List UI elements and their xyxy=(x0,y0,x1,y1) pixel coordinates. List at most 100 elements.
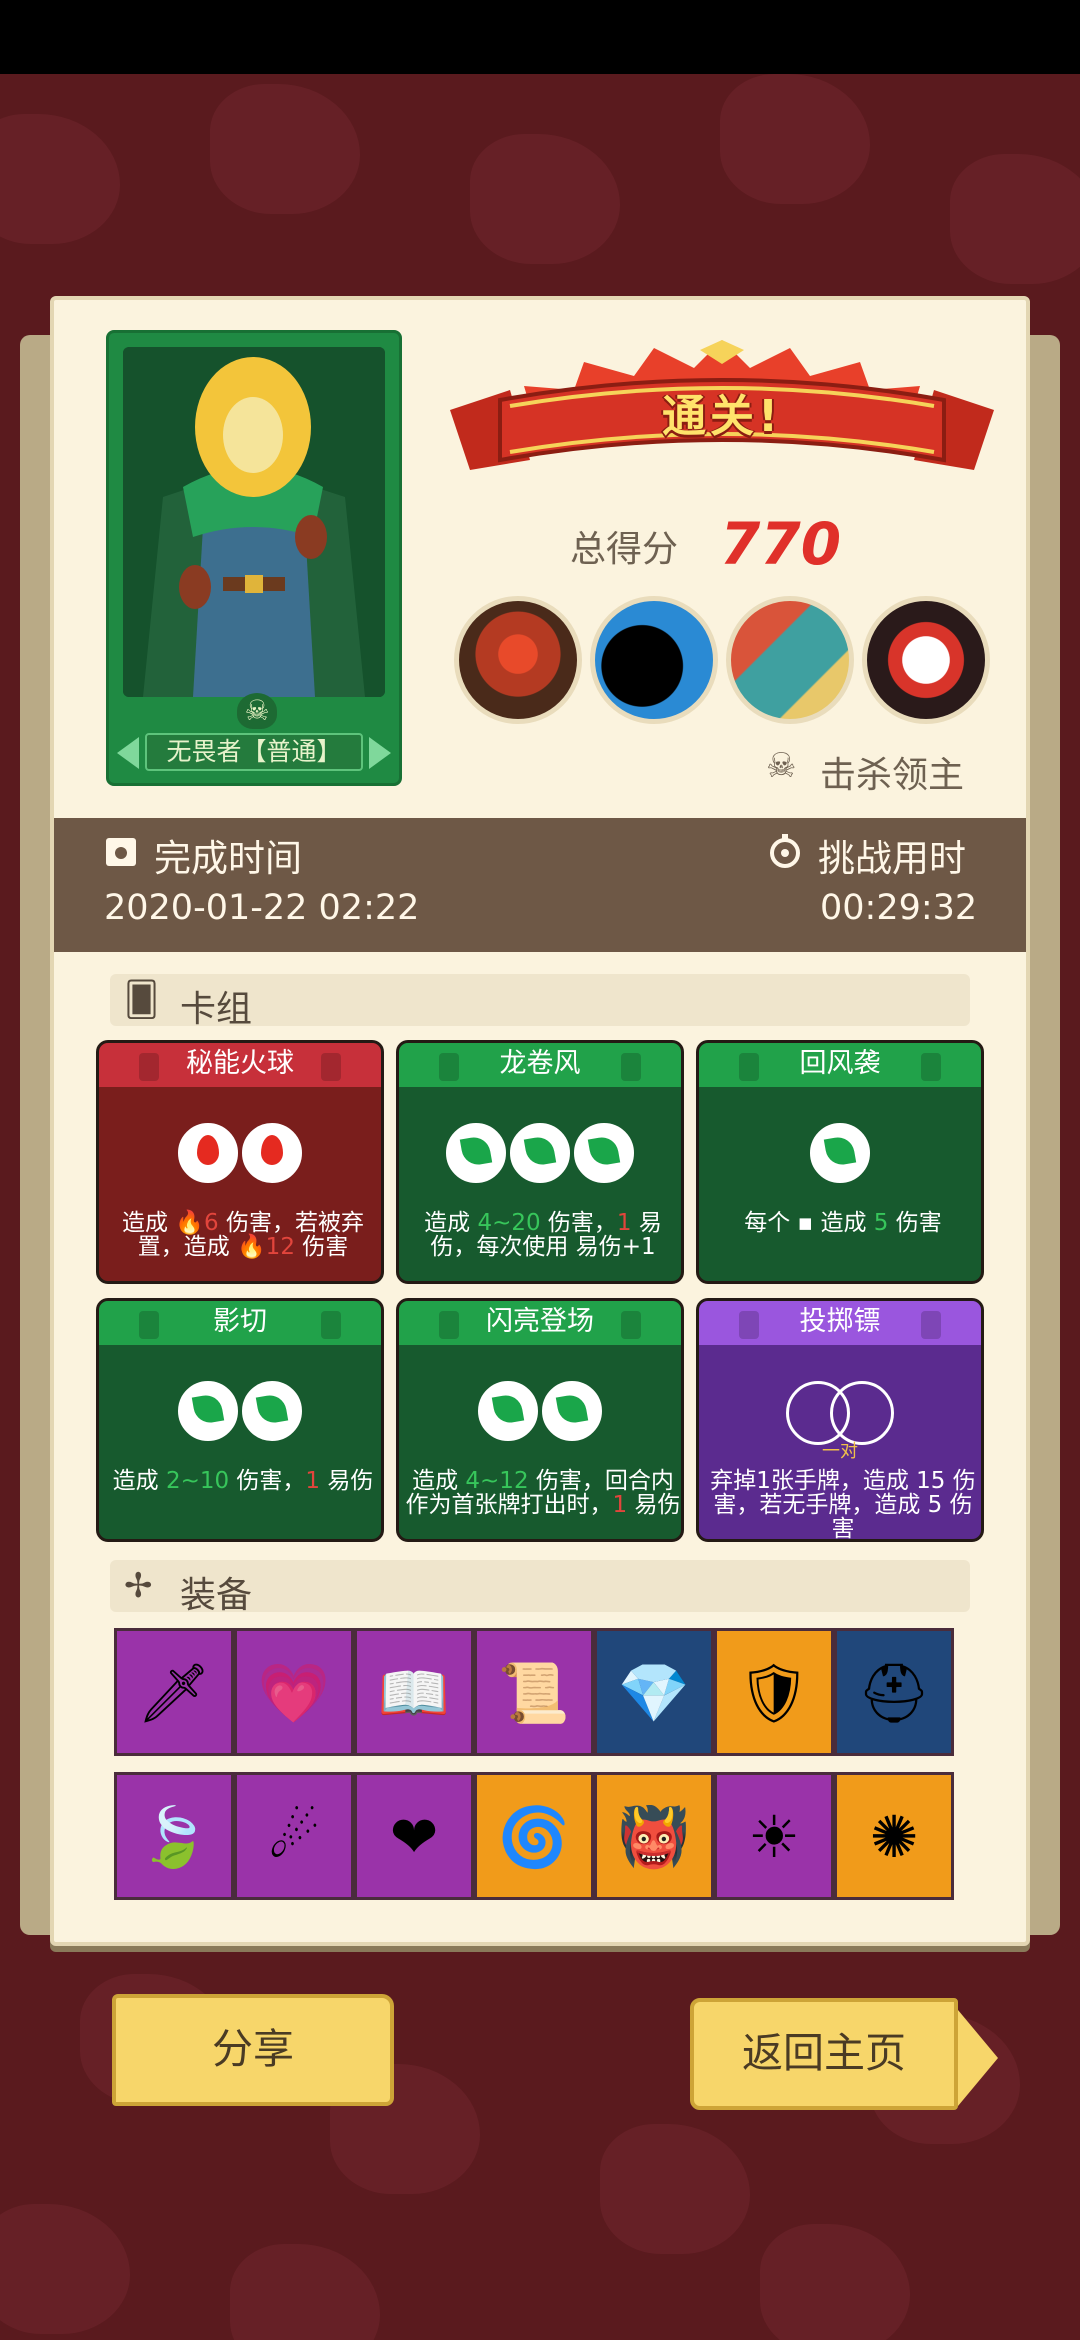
card-description-part: 4~20 xyxy=(477,1210,541,1236)
score-label: 总得分 xyxy=(570,529,679,570)
deck-section-header: 🂠 卡组 xyxy=(110,974,970,1030)
leaf-cost-icon xyxy=(178,1381,238,1441)
card-description: 每个 ▪ 造成 5 伤害 xyxy=(705,1211,981,1235)
finish-time-label: 完成时间 xyxy=(154,837,302,880)
next-arrow-icon[interactable] xyxy=(369,737,391,769)
equipment-slot[interactable]: 🛡 xyxy=(714,1628,834,1756)
fire-cost-icon xyxy=(178,1123,238,1183)
crystal-boot-icon: 💎 xyxy=(617,1659,691,1727)
empty-cost-icon xyxy=(830,1381,894,1445)
boss-avatar[interactable] xyxy=(862,596,990,724)
shadow-orb-icon: ☄ xyxy=(268,1803,320,1871)
hero-selector: 无畏者【普通】 xyxy=(117,731,391,775)
equipment-slot[interactable]: ✺ xyxy=(834,1772,954,1900)
card-title: 回风袭 xyxy=(699,1043,981,1087)
hero-card: ☠ 无畏者【普通】 xyxy=(106,330,402,786)
equipment-slot[interactable]: ☀ xyxy=(714,1772,834,1900)
card[interactable]: 秘能火球造成 🔥6 伤害，若被弃置，造成 🔥12 伤害 xyxy=(96,1040,384,1284)
equipment-icon: ✢ xyxy=(124,1566,153,1606)
wind-scroll-icon: 🌀 xyxy=(497,1803,571,1871)
card-description: 造成 2~10 伤害，1 易伤 xyxy=(105,1469,381,1493)
card-description-part: 造成 xyxy=(412,1468,466,1494)
stopwatch-icon xyxy=(770,834,800,868)
spellbook-icon: 📖 xyxy=(377,1659,451,1727)
card-cost xyxy=(99,1123,381,1187)
home-button[interactable]: 返回主页 xyxy=(690,1998,998,2110)
hero-illustration xyxy=(123,347,385,697)
golden-helmet-icon: ⛑ xyxy=(857,1659,931,1727)
card[interactable]: 龙卷风 造成 4~20 伤害，1 易伤，每次使用 易伤+1 xyxy=(396,1040,684,1284)
boss-list xyxy=(454,596,994,730)
card-description-part: 每个 ▪ 造成 xyxy=(744,1210,874,1236)
equipment-slot[interactable]: 👹 xyxy=(594,1772,714,1900)
card-cost xyxy=(99,1381,381,1445)
card-description-part: 易伤 xyxy=(320,1468,374,1494)
dagger-icon: 🗡 xyxy=(137,1659,211,1727)
boss-kill-label: ☠ 击杀领主 xyxy=(764,742,1004,796)
green-leaf-icon: 🍃 xyxy=(137,1803,211,1871)
equipment-title: 装备 xyxy=(180,1575,253,1616)
card-description-part: 🔥12 xyxy=(237,1234,295,1260)
card-cost xyxy=(699,1381,981,1445)
equipment-slot[interactable]: 🗡 xyxy=(114,1628,234,1756)
card-cost xyxy=(399,1381,681,1445)
hero-portrait xyxy=(123,347,385,697)
equipment-row: 🍃 ☄ ❤ 🌀 👹 ☀ ✺ xyxy=(114,1772,966,1900)
card-description-part: 伤害 xyxy=(294,1234,349,1260)
calendar-icon xyxy=(106,838,136,866)
heart-charm-icon: ❤ xyxy=(389,1803,439,1871)
card-title: 闪亮登场 xyxy=(399,1301,681,1345)
demon-armor-icon: 👹 xyxy=(617,1803,691,1871)
equipment-slot[interactable]: 📖 xyxy=(354,1628,474,1756)
equipment-row: 🗡 💗 📖 📜 💎 🛡 ⛑ xyxy=(114,1628,966,1756)
boss-skull-icon: ☠ xyxy=(766,746,797,786)
heart-necklace-icon: 💗 xyxy=(257,1659,331,1727)
card[interactable]: 影切造成 2~10 伤害，1 易伤 xyxy=(96,1298,384,1542)
equipment-slot[interactable]: 📜 xyxy=(474,1628,594,1756)
deck-title: 卡组 xyxy=(180,989,253,1030)
card-title: 影切 xyxy=(99,1301,381,1345)
card-description: 造成 4~20 伤害，1 易伤，每次使用 易伤+1 xyxy=(405,1211,681,1259)
card-description: 造成 🔥6 伤害，若被弃置，造成 🔥12 伤害 xyxy=(105,1211,381,1259)
card-description-part: 1 xyxy=(612,1492,628,1518)
leaf-cost-icon xyxy=(542,1381,602,1441)
ice-shield-icon: 🛡 xyxy=(737,1659,811,1727)
equipment-slot[interactable]: ☄ xyxy=(234,1772,354,1900)
prev-arrow-icon[interactable] xyxy=(117,737,139,769)
card-description-part: 1 xyxy=(305,1468,321,1494)
leaf-cost-icon xyxy=(810,1123,870,1183)
cards-icon: 🂠 xyxy=(124,980,159,1020)
equipment-slot[interactable]: 💎 xyxy=(594,1628,714,1756)
card[interactable]: 回风袭每个 ▪ 造成 5 伤害 xyxy=(696,1040,984,1284)
boss-avatar[interactable] xyxy=(454,596,582,724)
fire-cost-icon xyxy=(242,1123,302,1183)
card-title: 秘能火球 xyxy=(99,1043,381,1087)
card[interactable]: 投掷镖 一对 弃掉1张手牌，造成 15 伤害，若无手牌，造成 5 伤害 xyxy=(696,1298,984,1542)
equipment-slot[interactable]: 🌀 xyxy=(474,1772,594,1900)
scroll-icon: 📜 xyxy=(497,1659,571,1727)
status-bar xyxy=(0,0,1080,74)
equipment-slot[interactable]: 💗 xyxy=(234,1628,354,1756)
equipment-slot[interactable]: ❤ xyxy=(354,1772,474,1900)
card-description-part: 5 xyxy=(873,1210,889,1236)
card-description-part: 伤害， xyxy=(229,1468,306,1494)
card-description-part: 造成 xyxy=(122,1210,176,1236)
boss-avatar[interactable] xyxy=(590,596,718,724)
spiked-orb-icon: ✺ xyxy=(869,1803,919,1871)
card-description-part: 弃掉1张手牌，造成 15 伤害，若无手牌，造成 5 伤害 xyxy=(710,1468,976,1542)
boss-avatar[interactable] xyxy=(726,596,854,724)
card-description-part: 易伤 xyxy=(627,1492,681,1518)
card-description-part: 造成 xyxy=(424,1210,478,1236)
equipment-slot[interactable]: ⛑ xyxy=(834,1628,954,1756)
card-description-part: 4~12 xyxy=(465,1468,529,1494)
card[interactable]: 闪亮登场 造成 4~12 伤害，回合内作为首张牌打出时，1 易伤 xyxy=(396,1298,684,1542)
hero-name: 无畏者【普通】 xyxy=(145,733,363,771)
finish-time-value: 2020-01-22 02:22 xyxy=(104,888,420,928)
share-button[interactable]: 分享 xyxy=(112,1994,394,2106)
card-title: 投掷镖 xyxy=(699,1301,981,1345)
equipment-slot[interactable]: 🍃 xyxy=(114,1772,234,1900)
leaf-cost-icon xyxy=(510,1123,570,1183)
time-info-bar: 完成时间 2020-01-22 02:22 挑战用时 00:29:32 xyxy=(54,818,1026,952)
total-score: 总得分 770 xyxy=(560,510,940,580)
card-description: 弃掉1张手牌，造成 15 伤害，若无手牌，造成 5 伤害 xyxy=(705,1468,981,1542)
